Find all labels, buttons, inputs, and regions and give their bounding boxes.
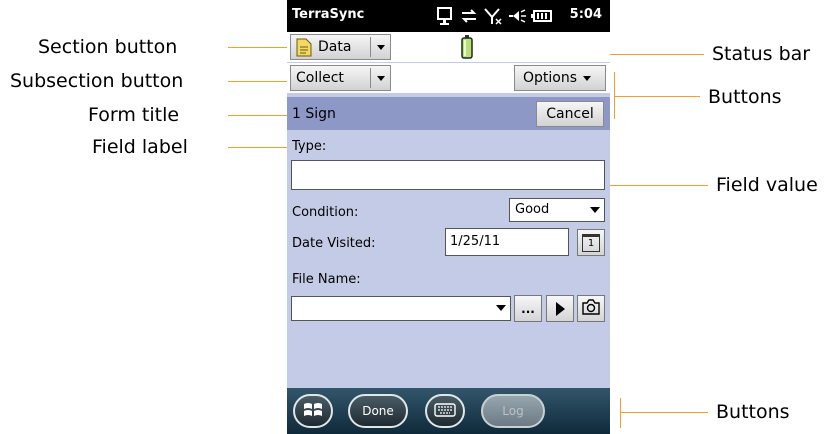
bracket-buttons-bottom xyxy=(620,398,621,428)
callout-field-label: Field label xyxy=(92,136,188,158)
log-button[interactable]: Log xyxy=(481,394,545,428)
options-button-label: Options xyxy=(523,70,578,86)
callout-buttons-top: Buttons xyxy=(708,86,782,108)
calendar-button[interactable]: 1 xyxy=(577,229,605,256)
options-button[interactable]: Options xyxy=(514,65,606,91)
section-button[interactable]: Data xyxy=(290,34,391,60)
play-button[interactable] xyxy=(546,295,574,322)
play-icon xyxy=(555,301,565,316)
subsection-button[interactable]: Collect xyxy=(290,65,391,91)
sync-device-icon xyxy=(435,6,455,26)
done-button-label: Done xyxy=(362,404,394,418)
data-connection-icon xyxy=(459,6,479,26)
date-visited-value: 1/25/11 xyxy=(450,234,501,249)
condition-dropdown-arrow xyxy=(590,207,600,213)
condition-select-value: Good xyxy=(515,202,550,217)
cancel-button-label: Cancel xyxy=(546,106,594,122)
form-header: 1 Sign Cancel xyxy=(287,97,610,130)
camera-button[interactable] xyxy=(577,295,605,322)
subsection-button-label: Collect xyxy=(296,70,344,86)
keyboard-button[interactable] xyxy=(425,394,465,428)
leader-field-label xyxy=(228,147,288,148)
windows-start-button[interactable] xyxy=(293,394,333,428)
callout-buttons-bottom: Buttons xyxy=(716,401,790,423)
options-arrow-icon xyxy=(583,75,592,81)
gps-battery-icon xyxy=(461,35,473,64)
status-bar xyxy=(397,32,610,62)
system-title-bar: TerraSync 5:04 xyxy=(287,0,610,32)
document-icon xyxy=(296,38,312,57)
subsection-row: Collect Options xyxy=(287,63,610,93)
leader-field-value xyxy=(594,185,708,186)
leader-subsection-button xyxy=(228,81,288,82)
subsection-dropdown-arrow[interactable] xyxy=(370,68,390,88)
form-title: 1 Sign xyxy=(292,106,336,122)
keyboard-icon xyxy=(434,402,456,420)
type-field-input[interactable] xyxy=(291,160,605,190)
callout-form-title: Form title xyxy=(88,104,180,126)
browse-button[interactable]: ... xyxy=(514,295,542,322)
app-name: TerraSync xyxy=(292,7,365,22)
done-button[interactable]: Done xyxy=(348,394,408,428)
callout-status-bar: Status bar xyxy=(712,43,811,65)
section-dropdown-arrow[interactable] xyxy=(370,37,390,57)
condition-select[interactable]: Good xyxy=(509,198,605,222)
file-name-select[interactable] xyxy=(291,296,511,321)
date-visited-input[interactable]: 1/25/11 xyxy=(445,228,569,256)
callout-section-button: Section button xyxy=(38,36,178,58)
condition-field-label: Condition: xyxy=(292,205,359,220)
section-row: Data xyxy=(287,32,610,62)
file-name-dropdown-arrow xyxy=(496,305,506,311)
calendar-icon: 1 xyxy=(582,233,600,252)
type-field-label: Type: xyxy=(292,139,327,154)
leader-buttons-top xyxy=(614,96,700,97)
clock-time: 5:04 xyxy=(569,7,602,22)
date-visited-label: Date Visited: xyxy=(292,236,376,251)
leader-buttons-bottom xyxy=(620,412,708,413)
volume-icon xyxy=(507,6,527,26)
log-button-label: Log xyxy=(502,404,524,418)
device-screen: TerraSync 5:04 Data Collect Options 1 Si… xyxy=(287,0,610,434)
leader-section-button xyxy=(228,47,288,48)
windows-logo-icon xyxy=(303,401,323,422)
bottom-button-bar: Done Log xyxy=(287,388,610,434)
no-signal-icon xyxy=(483,6,503,26)
browse-button-label: ... xyxy=(521,301,535,316)
battery-icon xyxy=(530,6,552,26)
leader-form-title xyxy=(228,115,288,116)
cancel-button[interactable]: Cancel xyxy=(536,101,604,127)
callout-field-value: Field value xyxy=(716,174,818,196)
file-name-label: File Name: xyxy=(292,272,361,287)
camera-icon xyxy=(581,299,601,318)
section-button-label: Data xyxy=(318,39,352,55)
callout-subsection-button: Subsection button xyxy=(10,70,184,92)
leader-status-bar xyxy=(598,54,704,55)
